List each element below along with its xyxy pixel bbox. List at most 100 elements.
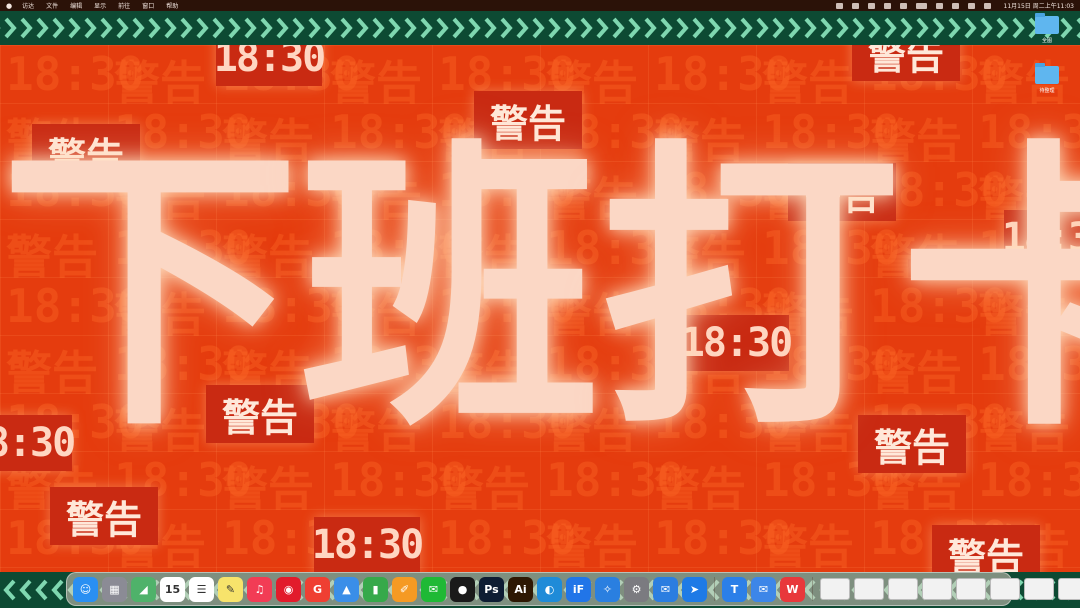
chevron-mark	[84, 17, 97, 39]
chevron-mark	[532, 17, 545, 39]
chevron-mark	[404, 17, 417, 39]
dock-window-thumbnail[interactable]	[820, 578, 850, 600]
control-center-icon[interactable]	[967, 2, 975, 9]
flag-icon[interactable]	[899, 2, 907, 9]
chevron-mark	[452, 17, 465, 39]
dock-ifonts-icon[interactable]: iF	[566, 576, 591, 602]
desktop-item-daizhengli[interactable]: 待整理	[1024, 63, 1070, 94]
menu-item-edit[interactable]: 编辑	[70, 1, 82, 10]
wechat-icon[interactable]	[835, 2, 843, 9]
pattern-word: 警告	[762, 520, 854, 572]
chevron-mark	[388, 17, 401, 39]
dock-edge-icon[interactable]: ◐	[537, 576, 562, 602]
chevron-mark	[564, 17, 577, 39]
dock-keynote-icon[interactable]: ▲	[334, 576, 359, 602]
chevron-mark	[292, 17, 305, 39]
dock-reminders-icon[interactable]: ☰	[189, 576, 214, 602]
battery-icon[interactable]	[915, 2, 927, 9]
dock-music-icon[interactable]: ♫	[247, 576, 272, 602]
chevron-mark	[852, 17, 865, 39]
dock-wechat-icon[interactable]: ✉	[421, 576, 446, 602]
dock-safari-icon[interactable]: ✧	[595, 576, 620, 602]
dock-notes-icon[interactable]: ✎	[218, 576, 243, 602]
dock-window-thumbnail[interactable]	[854, 578, 884, 600]
siri-icon[interactable]	[983, 2, 991, 9]
menu-clock[interactable]: 11月15日 周二上午11:03	[1004, 1, 1074, 10]
dock-window-thumbnail[interactable]	[1058, 578, 1080, 600]
headline-char: 班	[300, 113, 600, 466]
dock-maps-icon[interactable]: ◢	[131, 576, 156, 602]
desktop-wallpaper: 18:30警告18:30警告18:30警告18:30警告18:30警告警告18:…	[0, 45, 1080, 572]
chevron-mark	[35, 579, 48, 601]
dock-qq-icon[interactable]: ●	[450, 576, 475, 602]
dock-mail-2-icon[interactable]: ✉	[751, 576, 776, 602]
dock-system-settings-icon[interactable]: ⚙	[624, 576, 649, 602]
menu-item-go[interactable]: 前往	[118, 1, 130, 10]
pattern-word: 警告	[762, 56, 854, 110]
chevron-mark	[308, 17, 321, 39]
wifi-icon[interactable]	[935, 2, 943, 9]
dock-window-thumbnail[interactable]	[888, 578, 918, 600]
chevron-mark	[692, 17, 705, 39]
dock-window-thumbnail[interactable]	[956, 578, 986, 600]
warning-tag: 警告	[50, 487, 158, 545]
chevron-mark	[612, 17, 625, 39]
menu-item-file[interactable]: 文件	[46, 1, 58, 10]
menu-item-window[interactable]: 窗口	[142, 1, 154, 10]
dock-wps-icon[interactable]: W	[780, 576, 805, 602]
chevron-mark	[820, 17, 833, 39]
chevron-mark	[500, 17, 513, 39]
dock-separator	[714, 577, 715, 601]
dock-photoshop-icon[interactable]: Ps	[479, 576, 504, 602]
box-icon[interactable]	[867, 2, 875, 9]
search-icon[interactable]	[951, 2, 959, 9]
chevron-mark	[68, 17, 81, 39]
chevron-mark	[884, 17, 897, 39]
dock-illustrator-icon[interactable]: Ai	[508, 576, 533, 602]
dock-pointer-app-icon[interactable]: ➤	[682, 576, 707, 602]
chevron-mark	[644, 17, 657, 39]
chevron-mark	[868, 17, 881, 39]
warning-tag: 警告	[852, 45, 960, 81]
chevron-mark	[116, 17, 129, 39]
chevron-mark	[724, 17, 737, 39]
dock-calendar-icon[interactable]: 15	[160, 576, 185, 602]
dock-separator	[812, 577, 813, 601]
chevron-mark	[1012, 17, 1025, 39]
dock-netease-music-icon[interactable]: ◉	[276, 576, 301, 602]
chevron-mark	[948, 17, 961, 39]
bluetooth-icon[interactable]	[851, 2, 859, 9]
menu-item-finder[interactable]: 访达	[22, 1, 34, 10]
pattern-word: 警告	[330, 56, 422, 110]
menu-item-help[interactable]: 帮助	[166, 1, 178, 10]
chevron-mark	[36, 17, 49, 39]
headline: 下 班 打 卡	[0, 125, 1080, 455]
lock-icon[interactable]	[883, 2, 891, 9]
chevron-mark	[916, 17, 929, 39]
dock-window-thumbnail[interactable]	[990, 578, 1020, 600]
dock-pages-icon[interactable]: ✐	[392, 576, 417, 602]
chevron-mark	[3, 579, 16, 601]
chevron-strip-top	[0, 11, 1080, 45]
dock-numbers-icon[interactable]: ▮	[363, 576, 388, 602]
chevron-mark	[788, 17, 801, 39]
desktop-item-quantu[interactable]: 全图	[1024, 13, 1070, 44]
dock-tencent-meeting-icon[interactable]: T	[722, 576, 747, 602]
apple-menu-icon[interactable]: ●	[6, 2, 12, 10]
chevron-mark	[420, 17, 433, 39]
dock-launchpad-icon[interactable]: ▦	[102, 576, 127, 602]
chevron-mark	[340, 17, 353, 39]
dock-quicktime-icon[interactable]: G	[305, 576, 330, 602]
dock-window-thumbnail[interactable]	[1024, 578, 1054, 600]
dock-finder-icon[interactable]: ☺	[73, 576, 98, 602]
menu-item-view[interactable]: 显示	[94, 1, 106, 10]
dock-window-thumbnail[interactable]	[922, 578, 952, 600]
chevron-mark	[596, 17, 609, 39]
chevron-mark	[164, 17, 177, 39]
time-tag: 18:30	[214, 45, 326, 86]
chevron-mark	[836, 17, 849, 39]
chevron-mark	[148, 17, 161, 39]
dock-mail-icon[interactable]: ✉	[653, 576, 678, 602]
chevron-mark	[356, 17, 369, 39]
chevron-mark	[804, 17, 817, 39]
